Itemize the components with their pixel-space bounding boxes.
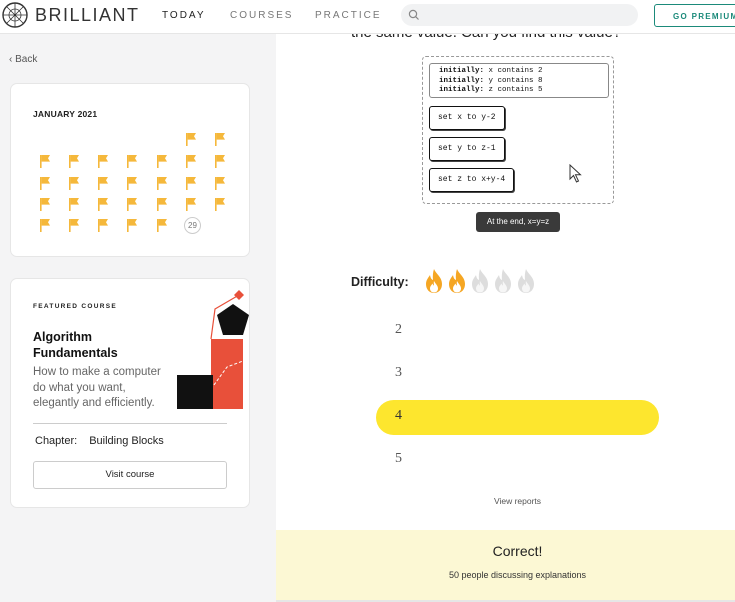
flag-icon <box>215 198 225 211</box>
flag-icon <box>69 219 79 232</box>
answer-choice[interactable]: 3 <box>376 357 659 392</box>
flag-icon <box>40 198 50 211</box>
flag-icon <box>157 155 167 168</box>
flame-icon <box>518 269 534 293</box>
course-illustration <box>177 290 249 409</box>
course-title[interactable]: Algorithm Fundamentals <box>33 329 173 361</box>
logo-text: BRILLIANT <box>35 4 140 25</box>
flame-icon <box>472 269 488 293</box>
mouse-cursor-icon <box>569 164 582 183</box>
search-input[interactable] <box>401 4 638 26</box>
code-puzzle: initially: x contains 2 initially: y con… <box>422 56 614 204</box>
flag-icon <box>127 155 137 168</box>
back-link[interactable]: ‹ Back <box>9 54 37 65</box>
today-date-badge: 29 <box>184 217 201 234</box>
flag-icon <box>69 155 79 168</box>
search-icon <box>408 9 419 20</box>
discussion-link[interactable]: 50 people discussing explanations <box>276 570 735 580</box>
logo-icon <box>2 2 28 28</box>
flag-icon <box>127 219 137 232</box>
divider <box>33 423 227 424</box>
flag-icon <box>69 177 79 190</box>
flame-icon <box>449 269 465 293</box>
brilliant-logo[interactable]: BRILLIANT <box>2 2 140 28</box>
flag-icon <box>157 198 167 211</box>
answer-choice[interactable]: 2 <box>376 314 659 349</box>
flag-icon <box>186 155 196 168</box>
top-navbar: BRILLIANT TODAY COURSES PRACTICE GO PREM… <box>0 0 735 34</box>
nav-courses[interactable]: COURSES <box>230 10 293 21</box>
flag-icon <box>127 177 137 190</box>
answer-choice[interactable]: 4 <box>376 400 659 435</box>
initial-line-x: initially: x contains 2 <box>439 67 543 75</box>
flag-icon <box>40 219 50 232</box>
flag-icon <box>69 198 79 211</box>
chapter-label: Chapter: <box>35 435 78 447</box>
flag-icon <box>215 177 225 190</box>
flag-icon <box>186 177 196 190</box>
flag-icon <box>98 219 108 232</box>
problem-area: the same value. Can you find this value?… <box>276 24 735 602</box>
flag-icon <box>40 177 50 190</box>
nav-practice[interactable]: PRACTICE <box>315 10 382 21</box>
flag-icon <box>98 177 108 190</box>
initial-line-z: initially: z contains 5 <box>439 86 543 94</box>
chapter-value: Building Blocks <box>89 435 164 447</box>
back-label: Back <box>15 54 38 65</box>
end-condition-tooltip: At the end, x=y=z <box>476 212 560 232</box>
flag-icon <box>215 155 225 168</box>
course-description: How to make a computer do what you want,… <box>33 366 161 409</box>
flag-icon <box>157 219 167 232</box>
difficulty-label: Difficulty: <box>351 275 409 289</box>
code-step-block[interactable]: set z to x+y-4 <box>429 168 515 192</box>
left-sidebar: ‹ Back JANUARY 2021 29 FEATURED COURSE A… <box>0 34 276 602</box>
result-banner: Correct! 50 people discussing explanatio… <box>276 530 735 602</box>
flag-icon <box>186 198 196 211</box>
initial-state-box: initially: x contains 2 initially: y con… <box>429 63 609 98</box>
answer-choice[interactable]: 5 <box>376 443 659 478</box>
streak-calendar-card: JANUARY 2021 29 <box>10 83 250 257</box>
chapter-info: Chapter: Building Blocks <box>35 435 164 447</box>
flag-icon <box>98 198 108 211</box>
flag-icon <box>40 155 50 168</box>
featured-course-label: FEATURED COURSE <box>33 303 118 310</box>
nav-today[interactable]: TODAY <box>162 10 206 21</box>
view-reports-link[interactable]: View reports <box>276 496 735 506</box>
code-step-block[interactable]: set x to y-2 <box>429 106 505 130</box>
initial-line-y: initially: y contains 8 <box>439 76 543 85</box>
go-premium-button[interactable]: GO PREMIUM <box>654 4 735 27</box>
flame-icon <box>426 269 442 293</box>
flag-icon <box>215 133 225 146</box>
visit-course-button[interactable]: Visit course <box>33 461 227 489</box>
flag-icon <box>157 177 167 190</box>
flame-icon <box>495 269 511 293</box>
featured-course-card: FEATURED COURSE Algorithm Fundamentals H… <box>10 278 250 508</box>
flag-icon <box>98 155 108 168</box>
result-title: Correct! <box>492 543 543 559</box>
flag-icon <box>186 133 196 146</box>
code-step-block[interactable]: set y to z-1 <box>429 137 505 161</box>
flag-icon <box>127 198 137 211</box>
calendar-title: JANUARY 2021 <box>33 109 98 119</box>
